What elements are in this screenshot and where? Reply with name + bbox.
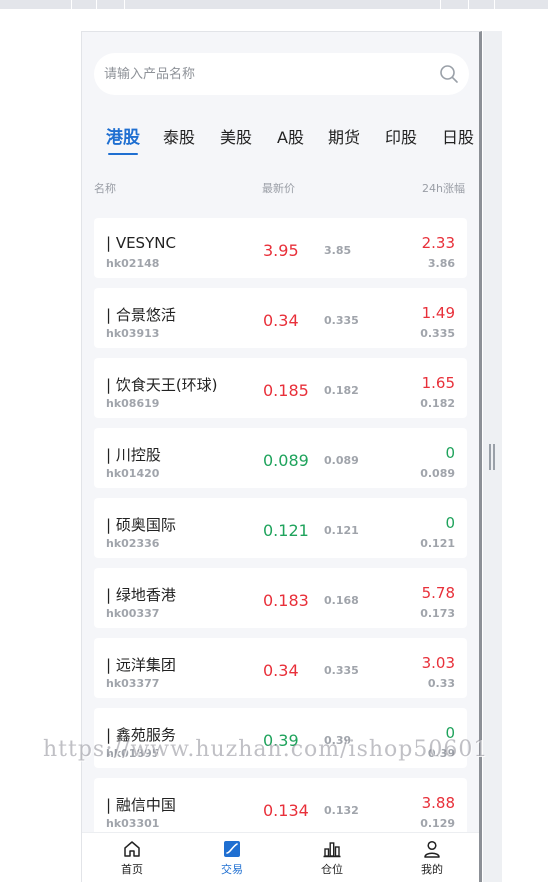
nav-home[interactable]: 首页 xyxy=(102,839,162,877)
nav-mine[interactable]: 我的 xyxy=(402,839,462,877)
table-row[interactable]: | VESYNC hk02148 3.95 3.85 2.33 3.86 xyxy=(94,218,467,278)
prev-price: 0.089 xyxy=(324,454,359,467)
stock-code: hk00337 xyxy=(106,607,160,620)
change-value: 0 xyxy=(445,514,455,532)
active-tab-underline xyxy=(108,153,138,155)
change-value: 0 xyxy=(445,444,455,462)
column-change: 24h涨幅 xyxy=(422,182,465,195)
change-value: 3.03 xyxy=(421,654,455,672)
stock-code: hk03913 xyxy=(106,327,160,340)
market-tabs: 港股 泰股 美股 A股 期货 印股 日股 xyxy=(82,126,479,158)
table-row[interactable]: | 川控股 hk01420 0.089 0.089 0 0.089 xyxy=(94,428,467,488)
prev-price: 3.85 xyxy=(324,244,352,257)
tab-a[interactable]: A股 xyxy=(277,126,304,156)
tab-th[interactable]: 泰股 xyxy=(163,126,195,156)
table-row[interactable]: | 硕奥国际 hk02336 0.121 0.121 0 0.121 xyxy=(94,498,467,558)
tab-futures[interactable]: 期货 xyxy=(328,126,360,156)
change-sub: 0.121 xyxy=(420,537,455,550)
table-row[interactable]: | 远洋集团 hk03377 0.34 0.335 3.03 0.33 xyxy=(94,638,467,698)
stock-name: | 远洋集团 xyxy=(106,656,176,674)
change-value: 5.78 xyxy=(421,584,455,602)
tab-hk[interactable]: 港股 xyxy=(106,126,140,156)
prev-price: 0.335 xyxy=(324,314,359,327)
stock-code: hk01420 xyxy=(106,467,160,480)
table-row[interactable]: | 融信中国 hk03301 0.134 0.132 3.88 0.129 xyxy=(94,778,467,838)
latest-price: 0.121 xyxy=(263,521,309,540)
search-input[interactable] xyxy=(94,53,424,95)
table-row[interactable]: | 绿地香港 hk00337 0.183 0.168 5.78 0.173 xyxy=(94,568,467,628)
latest-price: 0.134 xyxy=(263,801,309,820)
change-value: 3.88 xyxy=(421,794,455,812)
search-bar xyxy=(94,53,469,95)
change-sub: 0.129 xyxy=(420,817,455,830)
prev-price: 0.168 xyxy=(324,594,359,607)
stock-name: | 合景悠活 xyxy=(106,306,176,324)
latest-price: 0.185 xyxy=(263,381,309,400)
top-chrome-strip xyxy=(0,0,548,9)
stock-name: | 融信中国 xyxy=(106,796,176,814)
user-icon xyxy=(424,840,440,858)
latest-price: 0.34 xyxy=(263,661,299,680)
change-value: 2.33 xyxy=(421,234,455,252)
latest-price: 0.089 xyxy=(263,451,309,470)
stock-code: hk08619 xyxy=(106,397,160,410)
nav-position[interactable]: 仓位 xyxy=(302,839,362,877)
watermark: https://www.huzhan.com/ishop50601 xyxy=(43,737,489,762)
stock-code: hk02148 xyxy=(106,257,160,270)
stock-code: hk03377 xyxy=(106,677,160,690)
stock-name: | 绿地香港 xyxy=(106,586,176,604)
change-sub: 0.173 xyxy=(420,607,455,620)
table-row[interactable]: | 饮食天王(环球) hk08619 0.185 0.182 1.65 0.18… xyxy=(94,358,467,418)
change-sub: 0.089 xyxy=(420,467,455,480)
resize-handle[interactable] xyxy=(489,444,495,470)
tab-in[interactable]: 印股 xyxy=(385,126,417,156)
stock-code: hk03301 xyxy=(106,817,160,830)
stock-name: | 饮食天王(环球) xyxy=(106,376,218,394)
change-sub: 0.182 xyxy=(420,397,455,410)
prev-price: 0.182 xyxy=(324,384,359,397)
change-value: 1.49 xyxy=(421,304,455,322)
prev-price: 0.132 xyxy=(324,804,359,817)
latest-price: 0.34 xyxy=(263,311,299,330)
stock-name: | 硕奥国际 xyxy=(106,516,176,534)
column-price: 最新价 xyxy=(262,182,295,195)
prev-price: 0.121 xyxy=(324,524,359,537)
change-sub: 0.335 xyxy=(420,327,455,340)
column-name: 名称 xyxy=(94,182,116,195)
trade-icon xyxy=(224,841,240,857)
stock-name: | VESYNC xyxy=(106,234,176,252)
latest-price: 0.183 xyxy=(263,591,309,610)
stock-name: | 川控股 xyxy=(106,446,161,464)
tab-us[interactable]: 美股 xyxy=(220,126,252,156)
tab-jp[interactable]: 日股 xyxy=(442,126,474,156)
prev-price: 0.335 xyxy=(324,664,359,677)
bottom-nav: 首页 交易 仓位 我的 xyxy=(82,832,479,882)
nav-trade[interactable]: 交易 xyxy=(202,839,262,877)
stock-code: hk02336 xyxy=(106,537,160,550)
home-icon xyxy=(124,841,140,857)
table-row[interactable]: | 合景悠活 hk03913 0.34 0.335 1.49 0.335 xyxy=(94,288,467,348)
change-sub: 0.33 xyxy=(427,677,455,690)
search-icon[interactable] xyxy=(439,64,459,84)
change-value: 1.65 xyxy=(421,374,455,392)
latest-price: 3.95 xyxy=(263,241,299,260)
position-icon xyxy=(323,842,341,858)
change-sub: 3.86 xyxy=(427,257,455,270)
